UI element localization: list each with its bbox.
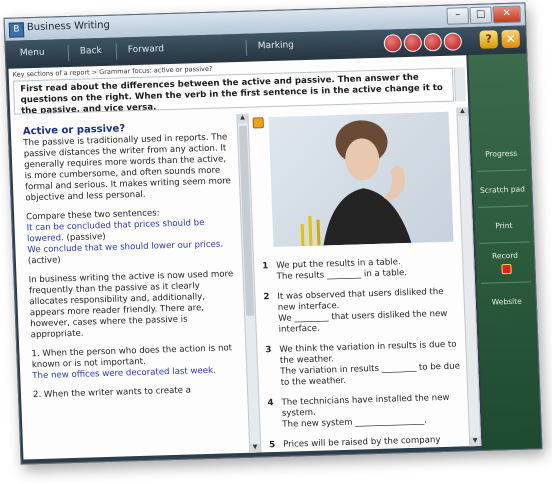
reading-paragraph-2: Compare these two sentences: It can be c…: [26, 206, 234, 267]
woman-illustration: [300, 120, 412, 247]
question-number: 4: [267, 398, 274, 409]
close-window-button[interactable]: ✕: [492, 5, 522, 24]
reading-panel: Active or passive? The passive is tradit…: [14, 114, 249, 459]
sidebar-divider: [478, 205, 529, 208]
app-icon: B: [8, 22, 25, 38]
question-item: 2 It was observed that users disliked th…: [263, 287, 459, 337]
minimize-button[interactable]: –: [446, 7, 470, 25]
sidebar-divider: [481, 281, 532, 284]
question-number: 1: [262, 261, 269, 272]
scroll-up-icon[interactable]: ▲: [457, 107, 468, 117]
app-window: B Business Writing – □ ✕ Menu Back Forwa…: [3, 2, 543, 465]
page-circle-2[interactable]: [403, 33, 423, 53]
back-button[interactable]: Back: [80, 46, 102, 57]
scroll-up-icon[interactable]: ▲: [237, 113, 248, 124]
sidebar-divider: [479, 241, 530, 244]
scroll-down-icon[interactable]: ▼: [469, 436, 481, 447]
website-button[interactable]: Website: [481, 291, 532, 312]
window-title: Business Writing: [26, 19, 111, 34]
page-circle-3[interactable]: [423, 32, 443, 52]
toolbar-divider: [67, 44, 70, 62]
toolbar-divider: [245, 39, 248, 56]
window-controls: – □ ✕: [446, 5, 522, 25]
scratch-pad-button[interactable]: Scratch pad: [477, 179, 528, 200]
toolbar-divider: [115, 43, 118, 60]
screenshot-stage: B Business Writing – □ ✕ Menu Back Forwa…: [0, 0, 552, 484]
scroll-down-icon[interactable]: ▼: [250, 443, 261, 453]
answer-line[interactable]: The variation in results ________ to be …: [280, 362, 461, 389]
question-list: 1 We put the results in a table. The res…: [262, 256, 464, 453]
reading-paragraph-3: In business writing the active is now us…: [28, 269, 234, 341]
exercise-panel: 1 We put the results in a table. The res…: [250, 108, 469, 453]
menu-button[interactable]: Menu: [20, 48, 45, 59]
example-active-tag: (active): [27, 255, 61, 267]
question-item: 3 We think the variation in results is d…: [265, 340, 461, 390]
page-circle-1[interactable]: [383, 34, 403, 53]
help-button[interactable]: ?: [479, 30, 499, 49]
instruction-scrollbar[interactable]: [453, 67, 467, 102]
question-item: 4 The technicians have installed the new…: [267, 392, 462, 431]
exit-button[interactable]: ✕: [501, 29, 521, 49]
reading-paragraph-4: 1. When the person who does the action i…: [31, 343, 238, 382]
woman-photo: [268, 111, 454, 247]
example-passive-tag: (passive): [66, 231, 106, 244]
note-icon[interactable]: [252, 117, 264, 129]
reading-paragraph-1: The passive is traditionally used in rep…: [23, 132, 232, 204]
content-area: Key sections of a report > Grammar focus…: [8, 55, 482, 460]
question-item: 5 Prices will be raised by the company: [269, 434, 463, 451]
question-sentence: Prices will be raised by the company: [282, 435, 441, 450]
page-indicators: [383, 32, 463, 53]
marking-button[interactable]: Marking: [258, 40, 294, 51]
progress-button[interactable]: Progress: [476, 143, 527, 164]
print-button[interactable]: Print: [479, 215, 530, 236]
answer-line[interactable]: We ________ that users disliked the new …: [278, 309, 459, 336]
forward-button[interactable]: Forward: [128, 44, 165, 55]
reading-paragraph-5: 2. When the writer wants to create a: [32, 385, 192, 401]
question-item: 1 We put the results in a table. The res…: [262, 256, 457, 284]
sidebar-divider: [476, 169, 527, 172]
page-circle-4[interactable]: [443, 32, 463, 51]
record-icon[interactable]: [501, 263, 512, 275]
question-number: 5: [268, 440, 276, 451]
sidebar: Progress Scratch pad Print Record Websit…: [468, 53, 542, 450]
maximize-button[interactable]: □: [469, 6, 493, 25]
record-button[interactable]: Record: [480, 249, 530, 262]
